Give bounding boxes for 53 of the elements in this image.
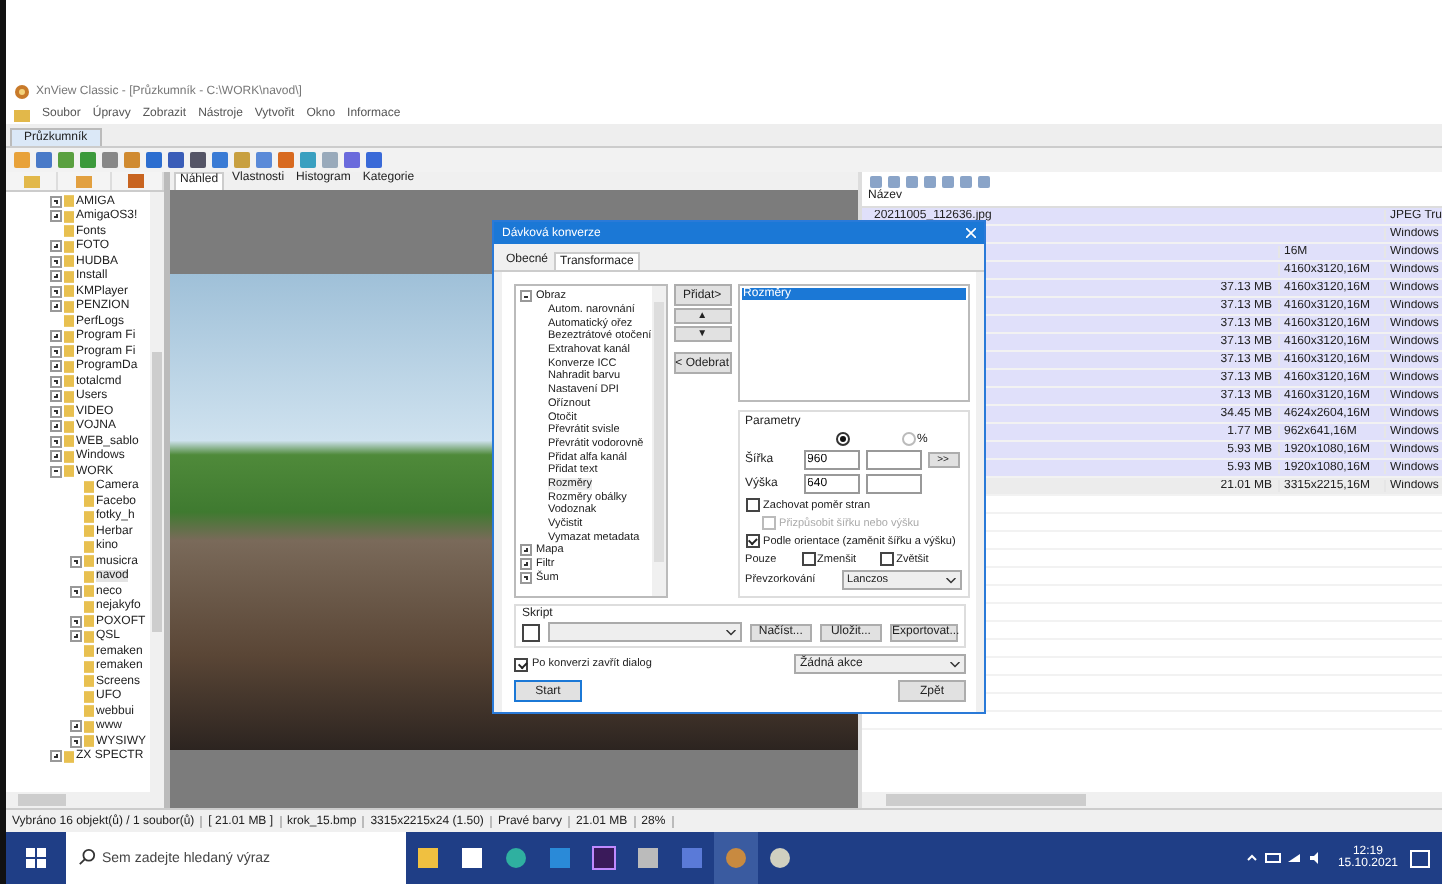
expander-icon[interactable] — [520, 544, 532, 557]
folder-icon — [14, 107, 30, 121]
radio-button[interactable] — [835, 432, 850, 446]
expander-icon[interactable] — [50, 345, 62, 358]
scrollbar[interactable] — [861, 792, 1442, 808]
scrollbar[interactable] — [150, 192, 165, 792]
expander-icon[interactable] — [50, 255, 62, 268]
expander-icon[interactable] — [50, 450, 62, 463]
expander-icon[interactable] — [50, 285, 62, 298]
folder-icon — [23, 174, 40, 188]
scrollbar[interactable] — [651, 286, 666, 596]
checkbox[interactable] — [522, 623, 540, 641]
notifications-icon[interactable] — [1410, 849, 1430, 867]
expander-icon[interactable] — [70, 630, 82, 643]
expander-icon[interactable] — [50, 330, 62, 343]
expander-icon[interactable] — [70, 555, 82, 568]
expander-icon[interactable] — [70, 615, 82, 628]
caret-icon — [950, 661, 960, 667]
expander-icon[interactable] — [50, 435, 62, 448]
close-icon[interactable] — [966, 228, 976, 238]
expander-icon[interactable] — [520, 290, 532, 303]
percent-field[interactable] — [865, 450, 922, 470]
checkbox[interactable] — [801, 552, 816, 566]
expander-icon[interactable] — [50, 465, 62, 478]
expander-icon[interactable] — [50, 390, 62, 403]
expander-icon[interactable] — [520, 558, 532, 571]
percent-field[interactable] — [865, 474, 922, 494]
expander-icon[interactable] — [50, 195, 62, 208]
caret-icon — [725, 629, 736, 635]
expander-icon[interactable] — [70, 585, 82, 598]
expander-icon[interactable] — [70, 720, 82, 733]
expander-icon[interactable] — [50, 360, 62, 373]
expander-icon[interactable] — [50, 420, 62, 433]
checkbox[interactable] — [745, 498, 760, 512]
expander-icon[interactable] — [50, 240, 62, 253]
radio-button[interactable] — [901, 432, 916, 446]
checkbox[interactable] — [514, 657, 528, 671]
search-icon — [78, 848, 96, 866]
expander-icon[interactable] — [50, 270, 62, 283]
checkbox[interactable] — [880, 552, 895, 566]
expander-icon[interactable] — [50, 210, 62, 223]
categories-tab[interactable] — [111, 172, 165, 190]
expander-icon[interactable] — [50, 405, 62, 418]
windows-start-icon[interactable] — [26, 848, 46, 868]
expander-icon[interactable] — [50, 300, 62, 313]
expander-icon[interactable] — [50, 375, 62, 388]
caret-icon — [945, 577, 956, 583]
checkbox[interactable] — [745, 534, 760, 548]
expander-icon[interactable] — [50, 750, 62, 763]
scrollbar[interactable] — [6, 792, 165, 808]
expander-icon[interactable] — [70, 735, 82, 748]
expander-icon[interactable] — [520, 571, 532, 584]
app-logo-icon — [14, 84, 30, 100]
